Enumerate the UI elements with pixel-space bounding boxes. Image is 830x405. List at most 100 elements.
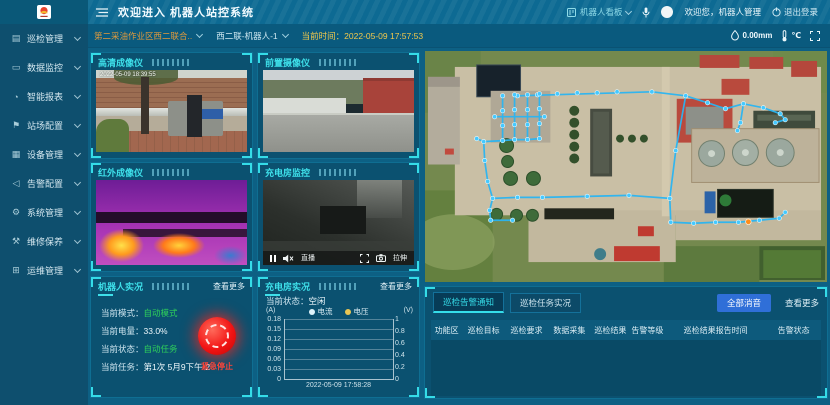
- front-camera-panel: 前置摄像仪: [257, 52, 420, 159]
- sub-header: 第二采油作业区西二联合.. 西二联-机器人-1 当前时间：2022-05-09 …: [88, 24, 830, 48]
- mute-icon[interactable]: [283, 254, 294, 263]
- sidebar-item-operations[interactable]: ⊞ 运维管理: [0, 256, 88, 285]
- y-tick: 0.06: [258, 356, 281, 363]
- operations-icon: ⊞: [10, 265, 22, 276]
- station-dropdown-value: 第二采油作业区西二联合..: [94, 30, 192, 42]
- logout-button[interactable]: 退出登录: [772, 6, 818, 18]
- sidebar-item-smart-report[interactable]: ◔ 智能报表: [0, 82, 88, 111]
- kanban-icon: [567, 8, 576, 17]
- video-scene-part: [263, 113, 414, 152]
- robot-status-value: 自动任务: [144, 344, 178, 354]
- video-scene-part: [320, 206, 365, 235]
- robot-dropdown[interactable]: 西二联-机器人-1: [216, 30, 287, 42]
- sidebar-item-label: 数据监控: [27, 61, 75, 74]
- mute-all-button[interactable]: 全部消音: [717, 294, 771, 312]
- video-fullscreen-icon[interactable]: [360, 254, 369, 263]
- charge-room-live-panel: 充电房实况 查看更多 当前状态：空闲 (A) (V) 电流 电压 0.18 0.…: [257, 276, 420, 398]
- barcode-decoration: [319, 169, 359, 176]
- video-scene-part: [263, 98, 346, 113]
- sidebar-item-label: 巡检管理: [27, 32, 75, 45]
- station-dropdown[interactable]: 第二采油作业区西二联合..: [94, 30, 202, 42]
- legend-label: 电压: [354, 306, 369, 317]
- sidebar-item-maintenance[interactable]: ⚒ 维修保养: [0, 227, 88, 256]
- pause-icon[interactable]: [270, 255, 276, 262]
- infrared-camera-feed[interactable]: [96, 180, 247, 265]
- station-config-icon: ⚑: [10, 120, 22, 131]
- col-inspect-target: 巡检目标: [462, 325, 505, 336]
- live-badge[interactable]: 直播: [301, 253, 315, 263]
- chevron-down-icon: [74, 34, 81, 41]
- hd-camera-feed[interactable]: 2022-05-09 18:39:55: [96, 70, 247, 152]
- robot-live-view-more[interactable]: 查看更多: [213, 281, 245, 292]
- panel-header: 前置摄像仪: [258, 53, 419, 70]
- col-inspect-requirement: 巡检要求: [505, 325, 548, 336]
- alarm-config-icon: ◁: [10, 178, 22, 189]
- kanban-label: 机器人看板: [580, 6, 623, 18]
- legend-current[interactable]: 电流: [309, 306, 333, 317]
- logout-label: 退出登录: [784, 6, 818, 18]
- temperature-unit: ℃: [791, 31, 801, 40]
- sidebar-item-label: 设备管理: [27, 148, 75, 161]
- tab-alarm-notice[interactable]: 巡检告警通知: [433, 292, 504, 313]
- video-scene-part: [187, 95, 202, 138]
- chevron-down-icon: [196, 31, 203, 38]
- chevron-down-icon: [74, 266, 81, 273]
- page-title: 欢迎进入 机器人站控系统: [118, 4, 254, 20]
- robot-live-title: 机器人实况: [98, 280, 143, 293]
- legend-label: 电流: [318, 306, 333, 317]
- emergency-stop-button[interactable]: [198, 317, 236, 355]
- robot-status-row: 当前状态：自动任务: [101, 343, 178, 355]
- temperature-readout: ℃: [781, 30, 801, 42]
- charge-room-view-more[interactable]: 查看更多: [380, 281, 412, 292]
- barcode-decoration: [319, 283, 359, 290]
- sidebar-item-inspection[interactable]: ▤ 巡检管理: [0, 24, 88, 53]
- emergency-stop-label: 紧急停止: [194, 361, 240, 372]
- thermometer-icon: [781, 30, 788, 42]
- mic-icon[interactable]: [642, 7, 650, 18]
- tab-task-live[interactable]: 巡检任务实况: [510, 293, 581, 313]
- charge-room-camera-feed[interactable]: 直播 拉伸: [263, 180, 414, 265]
- sidebar-item-device-mgmt[interactable]: ▦ 设备管理: [0, 140, 88, 169]
- y-tick: 0.18: [258, 316, 281, 323]
- video-scene-part: [96, 119, 129, 152]
- sidebar-item-system-mgmt[interactable]: ⚙ 系统管理: [0, 198, 88, 227]
- chevron-down-icon: [74, 179, 81, 186]
- user-avatar[interactable]: [661, 6, 673, 18]
- infrared-camera-panel: 红外成像仪: [90, 162, 253, 272]
- front-camera-title: 前置摄像仪: [265, 56, 310, 69]
- sidebar-item-alarm-config[interactable]: ◁ 告警配置: [0, 169, 88, 198]
- top-bar-right: 机器人看板 欢迎您，机器人管理 退出登录: [567, 6, 830, 18]
- sidebar-item-label: 站场配置: [27, 119, 75, 132]
- video-scene-part: [202, 109, 223, 119]
- current-time-label: 当前时间：: [302, 31, 345, 41]
- welcome-text: 欢迎您，机器人管理: [684, 6, 761, 18]
- front-camera-feed[interactable]: [263, 70, 414, 152]
- alarm-view-more[interactable]: 查看更多: [785, 297, 819, 309]
- y-tick: 0.09: [258, 346, 281, 353]
- thermal-hotspot: [99, 229, 144, 261]
- inspection-alarm-panel: 巡检告警通知 巡检任务实况 全部消音 查看更多 功能区 巡检目标 巡检要求 数据…: [424, 286, 828, 399]
- sidebar-item-data-monitor[interactable]: ▭ 数据监控: [0, 53, 88, 82]
- sidebar-item-label: 运维管理: [27, 264, 75, 277]
- snapshot-icon[interactable]: [376, 254, 386, 262]
- aerial-map-canvas[interactable]: [425, 51, 827, 282]
- robot-kanban-selector[interactable]: 机器人看板: [567, 6, 632, 18]
- current-time-value: 2022-05-09 17:57:53: [344, 31, 423, 41]
- alarm-table-body-empty: [431, 340, 821, 396]
- video-scene-part: [141, 77, 149, 134]
- menu-toggle-icon[interactable]: [96, 8, 108, 17]
- fullscreen-icon[interactable]: [810, 31, 820, 41]
- inspection-icon: ▤: [10, 33, 22, 44]
- barcode-decoration: [319, 59, 359, 66]
- sidebar-item-station-config[interactable]: ⚑ 站场配置: [0, 111, 88, 140]
- y-tick: 0.15: [258, 326, 281, 333]
- stretch-button[interactable]: 拉伸: [393, 253, 407, 263]
- sidebar-item-label: 智能报表: [27, 90, 75, 103]
- robot-position-marker[interactable]: [746, 219, 752, 225]
- chevron-down-icon: [74, 208, 81, 215]
- device-icon: ▦: [10, 149, 22, 160]
- station-aerial-map[interactable]: [424, 50, 828, 283]
- legend-voltage[interactable]: 电压: [345, 306, 369, 317]
- panel-header: 充电房实况 查看更多: [258, 277, 419, 294]
- rainfall-readout: 0.00mm: [730, 30, 773, 41]
